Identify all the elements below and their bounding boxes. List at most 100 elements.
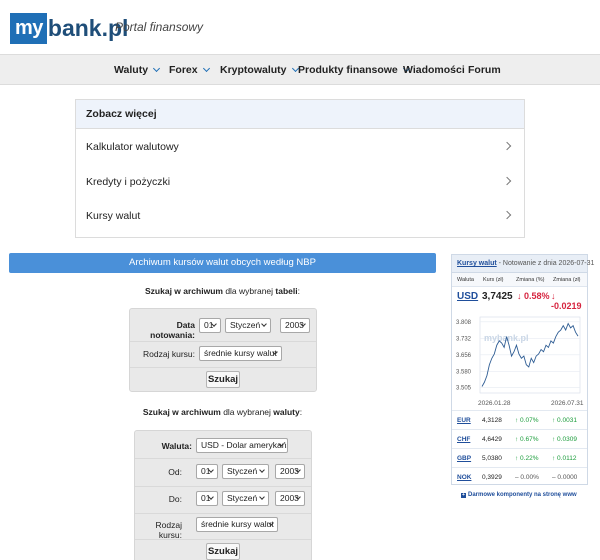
to-month-select[interactable]: Styczeń	[222, 491, 269, 506]
usd-rate-chart-svg: 3.8083.7323.6563.5803.505mybank.pl2026.0…	[456, 316, 584, 407]
nav-forum-label: Forum	[468, 64, 501, 76]
y-tick-label: 3.505	[456, 386, 472, 392]
divider	[130, 341, 316, 342]
pct-change: ↑ 0.22%	[515, 455, 539, 462]
nav-forex[interactable]: Forex	[169, 55, 210, 86]
from-day-select[interactable]: 01	[196, 464, 218, 479]
nav-waluty-label: Waluty	[114, 64, 149, 76]
chevron-right-icon	[502, 176, 512, 186]
col-kurs: Kurs (zł)	[483, 277, 504, 283]
widget-date: - Notowanie z dnia 2026-07-31	[496, 260, 595, 267]
rate-row-nok: NOK 0,3929 – 0.00% – 0.0000	[452, 467, 587, 486]
link-kredyty-pozyczki[interactable]: Kredyty i pożyczki	[76, 165, 524, 199]
heading-middle: dla wybranej	[220, 407, 274, 417]
from-month-value: Styczeń	[227, 466, 258, 476]
currency-code-link[interactable]: GBP	[457, 455, 471, 462]
currency-select[interactable]: USD - Dolar amerykański	[196, 438, 288, 453]
to-year-select[interactable]: 2003	[275, 491, 305, 506]
link-label: Kalkulator walutowy	[86, 141, 179, 153]
from-month-select[interactable]: Styczeń	[222, 464, 269, 479]
x-tick-label-start: 2026.01.28	[478, 400, 511, 407]
table-search-button[interactable]: Szukaj	[206, 371, 240, 388]
nav-wiadomosci[interactable]: Wiadomości	[403, 55, 465, 86]
col-waluta: Waluta	[457, 277, 474, 283]
table-search-form: Data notowania: 01 Styczeń 2003 Rodzaj k…	[129, 308, 317, 392]
divider	[135, 539, 311, 540]
usd-rate-chart: 3.808 3.732 3.656 3.580 3.505 mybank.pl 2026.0…	[452, 309, 587, 410]
day-select[interactable]: 01	[199, 318, 221, 333]
nav-forex-label: Forex	[169, 64, 198, 76]
nav-produkty-finansowe[interactable]: Produkty finansowe	[298, 55, 410, 86]
rate-type-value: średnie kursy walut	[201, 519, 274, 529]
col-zmiana-pct: Zmiana (%)	[516, 277, 545, 283]
divider	[135, 486, 311, 487]
heading-prefix: Szukaj w archiwum	[145, 286, 223, 296]
nav-produkty-label: Produkty finansowe	[298, 64, 398, 76]
rate-value: 4,3128	[482, 417, 502, 424]
chevron-down-icon	[261, 321, 267, 327]
link-label: Kredyty i pożyczki	[86, 176, 171, 188]
currency-search-button[interactable]: Szukaj	[206, 543, 240, 560]
rate-type-select[interactable]: średnie kursy walut	[199, 346, 282, 361]
rate-value: 0,3929	[482, 474, 502, 481]
rate-value: 4,6429	[482, 436, 502, 443]
y-tick-label: 3.580	[456, 369, 472, 375]
widget-title-link[interactable]: Kursy walut	[457, 260, 497, 267]
abs-change: ↑ 0.0031	[552, 417, 577, 424]
main-currency-code[interactable]: USD	[457, 291, 478, 302]
chevron-down-icon	[202, 64, 210, 73]
logo-my: my	[10, 12, 47, 44]
nav-kryptowaluty-label: Kryptowaluty	[220, 64, 287, 76]
heading-suffix: tabeli	[275, 286, 298, 296]
to-month-value: Styczeń	[227, 493, 258, 503]
heading-middle: dla wybranej	[222, 286, 276, 296]
free-widgets-link[interactable]: + Darmowe komponenty na stronę www	[461, 492, 577, 498]
mybank-logo[interactable]: my bank.pl	[10, 12, 128, 44]
exchange-rates-widget: Kursy walut - Notowanie z dnia 2026-07-3…	[451, 254, 594, 486]
to-day-select[interactable]: 01	[196, 491, 218, 506]
abs-change: – 0.0000	[552, 474, 578, 481]
heading-end: :	[299, 407, 303, 417]
nav-kryptowaluty[interactable]: Kryptowaluty	[220, 55, 299, 86]
plus-icon: +	[461, 492, 466, 498]
divider	[135, 458, 311, 459]
divider	[135, 513, 311, 514]
month-select[interactable]: Styczeń	[225, 318, 271, 333]
chevron-down-icon	[152, 64, 161, 73]
link-label: Kursy walut	[86, 210, 141, 222]
month-value: Styczeń	[230, 320, 261, 330]
to-label: Do:	[168, 494, 182, 504]
nav-forum[interactable]: Forum	[468, 55, 501, 86]
divider	[130, 367, 316, 368]
link-kursy-walut[interactable]: Kursy walut	[76, 199, 524, 233]
table-search-heading: Szukaj w archiwum dla wybranej tabeli:	[9, 286, 436, 296]
currency-code-link[interactable]: EUR	[457, 417, 471, 424]
from-year-select[interactable]: 2003	[275, 464, 305, 479]
main-navigation: Waluty Forex Kryptowaluty Produkty finan…	[0, 54, 600, 85]
rate-type-select[interactable]: średnie kursy walut	[196, 517, 278, 532]
heading-prefix: Szukaj w archiwum	[142, 407, 221, 417]
currency-value: USD - Dolar amerykański	[201, 440, 288, 450]
main-abs-change: ↓ -0.0219	[551, 291, 582, 311]
year-select[interactable]: 2003	[280, 318, 310, 333]
rate-row-eur: EUR 4,3128 ↑ 0.07% ↑ 0.0031	[452, 410, 587, 429]
see-more-title: Zobacz więcej	[76, 100, 524, 129]
link-kalkulator-walutowy[interactable]: Kalkulator walutowy	[76, 130, 524, 164]
pct-change: – 0.00%	[515, 474, 539, 481]
x-tick-label-end: 2026.07.31	[551, 400, 584, 407]
nav-wiadomosci-label: Wiadomości	[403, 64, 465, 76]
chevron-down-icon	[259, 467, 265, 473]
abs-change: ↑ 0.0309	[552, 436, 577, 443]
main-rate: 3,7425	[482, 291, 513, 302]
currency-code-link[interactable]: CHF	[457, 436, 470, 443]
from-label: Od:	[168, 467, 182, 477]
currency-code-link[interactable]: NOK	[457, 474, 471, 481]
date-label: Data notowania:	[150, 320, 195, 340]
site-tagline: Portal finansowy	[115, 20, 204, 34]
rate-value: 5,0380	[482, 455, 502, 462]
free-widgets-label: Darmowe komponenty na stronę www	[468, 492, 577, 498]
heading-end: :	[297, 286, 300, 296]
heading-suffix: waluty	[273, 407, 300, 417]
nav-waluty[interactable]: Waluty	[114, 55, 161, 86]
pct-change: ↑ 0.67%	[515, 436, 539, 443]
